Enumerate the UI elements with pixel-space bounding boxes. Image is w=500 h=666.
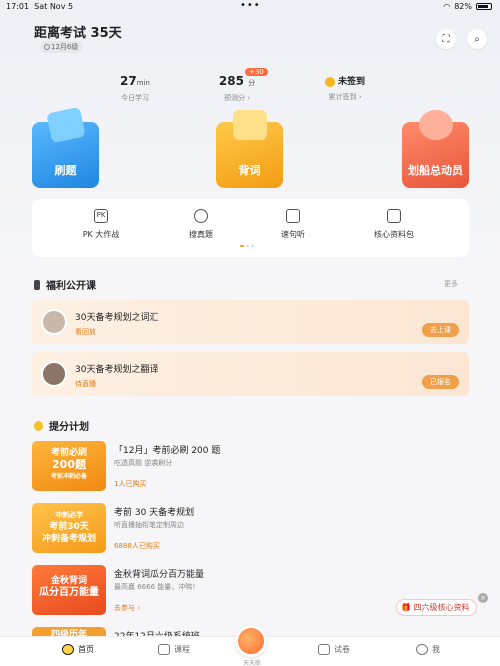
search-questions-item[interactable]: 搜真题 [161,209,241,240]
pk-battle-item[interactable]: PK PK 大作战 [61,209,141,240]
radio-icon [286,209,300,223]
study-time-stat[interactable]: 27min 今日学习 [90,74,180,103]
plan-thumbnail: 金秋背词 瓜分百万能量 [32,565,106,615]
grid-pager [240,245,254,247]
multitask-dots[interactable]: ••• [240,0,261,11]
plan-item[interactable]: 考前必刷 200题 考前冲刺必备 「12月」考前必刷 200 题 吃透真题 逆袭刷分… [32,441,469,493]
gift-icon: 🎁 [401,603,411,612]
quick-listening-item[interactable]: 速句听 [253,209,333,240]
tab-daily-practice[interactable]: 天天练 [232,658,272,666]
feature-grid: PK PK 大作战 搜真题 速句听 核心资料包 [32,199,469,257]
teacher-avatar [41,309,67,335]
tab-me[interactable]: 我 [416,644,440,655]
plan-thumbnail: 冲刺必学 考前30天 冲刺备考规划 [32,503,106,553]
plan-thumbnail: 考前必刷 200题 考前冲刺必备 [32,441,106,491]
scan-icon[interactable]: ⛶ [436,29,456,49]
wifi-icon: ◠ [443,2,451,11]
practice-icon[interactable] [235,625,267,657]
word-card-icon [232,110,267,140]
close-icon[interactable]: × [478,593,488,603]
course-card-vocabulary[interactable]: 30天备考规划之词汇 看回放 去上课 [32,300,469,344]
tab-courses[interactable]: 课程 [158,644,190,655]
core-materials-float-button[interactable]: 🎁 四六级核心资料 [396,599,477,616]
more-link[interactable]: 更多 [444,279,458,289]
coin-icon [324,76,335,87]
status-time: 17:01 Sat Nov 5 [6,2,74,11]
exam-level-chip[interactable]: 12月6级 [41,41,84,53]
video-icon [158,644,170,655]
battery-icon [476,3,492,10]
paper-icon [318,644,330,655]
search-icon[interactable]: ⌕ [467,29,487,49]
folder-icon [387,209,401,223]
plan-section-title: 提分计划 [34,418,89,433]
tab-papers[interactable]: 试卷 [318,644,350,655]
course-card-translation[interactable]: 30天备考规划之翻译 待直播 已报名 [32,352,469,396]
score-increase-badge: +30 [245,68,268,76]
core-materials-item[interactable]: 核心资料包 [354,209,434,240]
pk-icon: PK [94,209,108,223]
practice-questions-button[interactable]: 刷题 [32,106,99,188]
tab-home[interactable]: 首页 [62,644,94,655]
battery-percent: 82% [454,2,472,11]
attend-class-button[interactable]: 去上课 [422,323,459,337]
memorize-words-button[interactable]: 背词 [216,110,283,188]
mic-icon [34,280,40,290]
book-icon [45,106,86,144]
octopus-icon [418,110,453,140]
search-icon [194,209,208,223]
predicted-score-stat[interactable]: 285 分 预测分 › [192,74,282,103]
checkin-stat[interactable]: 未签到 累计签到 › [300,74,390,102]
user-icon [416,644,428,655]
rowing-game-button[interactable]: 划船总动员 [402,110,469,188]
status-bar: 17:01 Sat Nov 5 ••• ◠ 82% [0,0,500,14]
home-icon [62,644,74,655]
registered-button[interactable]: 已报名 [422,375,459,389]
plan-icon [34,421,43,431]
welfare-section-title: 福利公开课 [34,277,96,292]
teacher-avatar [41,361,67,387]
exam-countdown-title: 距离考试 35天 [34,26,122,41]
plan-item[interactable]: 冲刺必学 考前30天 冲刺备考规划 考前 30 天备考规划 听直播抽衔笔定制周边 6… [32,503,469,555]
